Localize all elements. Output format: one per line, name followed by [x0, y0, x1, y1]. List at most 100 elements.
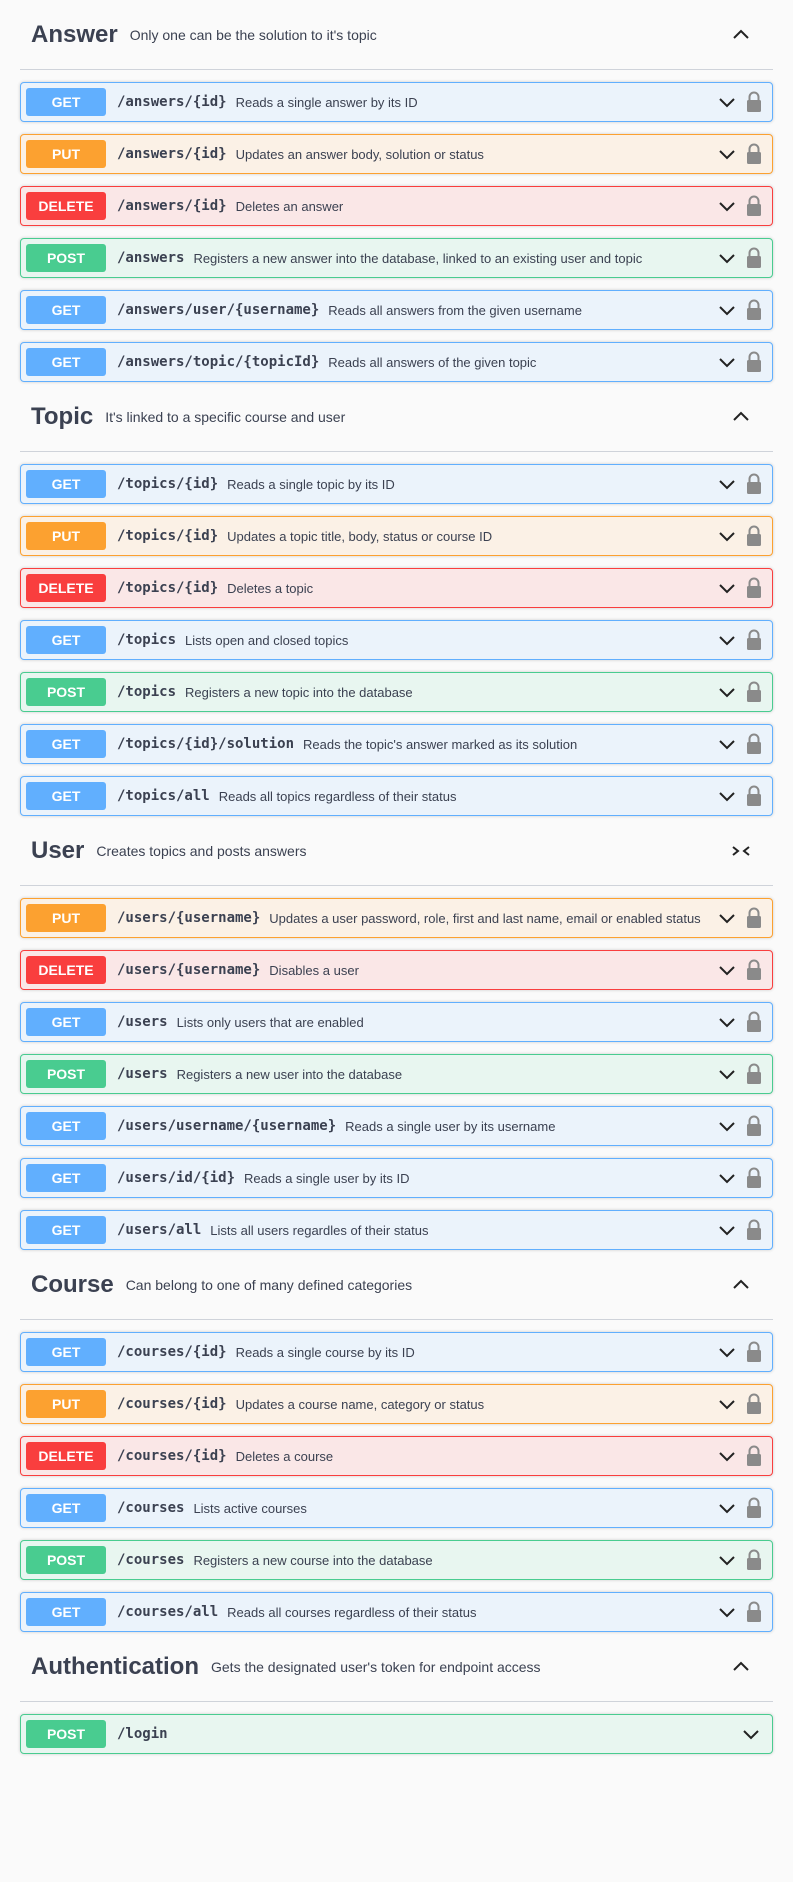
section-toggle-button[interactable]: [721, 402, 761, 432]
section-description: Can belong to one of many defined catego…: [125, 1276, 413, 1293]
expand-operation-button[interactable]: [712, 677, 742, 707]
expand-operation-button[interactable]: [712, 191, 742, 221]
section-header-authentication[interactable]: Authentication Gets the designated user's…: [20, 1632, 773, 1702]
expand-operation-button[interactable]: [712, 1389, 742, 1419]
section-header-answer[interactable]: Answer Only one can be the solution to it…: [20, 0, 773, 70]
operation-summary: Reads all answers from the given usernam…: [328, 302, 582, 318]
expand-operation-button[interactable]: [712, 955, 742, 985]
authorize-button[interactable]: [742, 781, 766, 811]
operation-put-courses-id[interactable]: PUT/courses/{id} Updates a course name, c…: [20, 1384, 773, 1424]
authorize-button[interactable]: [742, 1111, 766, 1141]
operation-post-topics[interactable]: POST/topics Registers a new topic into th…: [20, 672, 773, 712]
operation-post-users[interactable]: POST/users Registers a new user into the …: [20, 1054, 773, 1094]
lock-icon: [746, 473, 762, 495]
expand-operation-button[interactable]: [712, 1111, 742, 1141]
operation-delete-answers-id[interactable]: DELETE/answers/{id} Deletes an answer: [20, 186, 773, 226]
operation-delete-topics-id[interactable]: DELETE/topics/{id} Deletes a topic: [20, 568, 773, 608]
section-header-course[interactable]: Course Can belong to one of many defined …: [20, 1250, 773, 1320]
operation-get-users-username-username[interactable]: GET/users/username/{username} Reads a sin…: [20, 1106, 773, 1146]
operation-get-answers-topic-topicId[interactable]: GET/answers/topic/{topicId} Reads all ans…: [20, 342, 773, 382]
expand-operation-button[interactable]: [712, 903, 742, 933]
authorize-button[interactable]: [742, 295, 766, 325]
authorize-button[interactable]: [742, 347, 766, 377]
authorize-button[interactable]: [742, 1389, 766, 1419]
expand-operation-button[interactable]: [712, 1215, 742, 1245]
section-header-user[interactable]: User Creates topics and posts answers: [20, 816, 773, 886]
authorize-button[interactable]: [742, 955, 766, 985]
authorize-button[interactable]: [742, 139, 766, 169]
operation-get-topics-id-solution[interactable]: GET/topics/{id}/solution Reads the topic'…: [20, 724, 773, 764]
expand-operation-button[interactable]: [712, 1545, 742, 1575]
operation-summary: Disables a user: [269, 962, 359, 978]
operation-get-answers-id[interactable]: GET/answers/{id} Reads a single answer by…: [20, 82, 773, 122]
expand-operation-button[interactable]: [712, 295, 742, 325]
section-toggle-button[interactable]: [721, 1652, 761, 1682]
expand-operation-button[interactable]: [712, 521, 742, 551]
authorize-button[interactable]: [742, 1215, 766, 1245]
operation-get-courses[interactable]: GET/courses Lists active courses: [20, 1488, 773, 1528]
authorize-button[interactable]: [742, 1545, 766, 1575]
operation-get-topics[interactable]: GET/topics Lists open and closed topics: [20, 620, 773, 660]
authorize-button[interactable]: [742, 677, 766, 707]
operation-get-users[interactable]: GET/users Lists only users that are enabl…: [20, 1002, 773, 1042]
expand-operation-button[interactable]: [712, 1337, 742, 1367]
authorize-button[interactable]: [742, 191, 766, 221]
section-toggle-button[interactable]: [721, 1270, 761, 1300]
expand-operation-button[interactable]: [712, 139, 742, 169]
authorize-button[interactable]: [742, 243, 766, 273]
expand-operation-button[interactable]: [712, 781, 742, 811]
expand-operation-button[interactable]: [712, 625, 742, 655]
operation-post-answers[interactable]: POST/answers Registers a new answer into …: [20, 238, 773, 278]
operation-put-users-username[interactable]: PUT/users/{username} Updates a user passw…: [20, 898, 773, 938]
operation-summary: Deletes an answer: [235, 198, 344, 214]
operation-summary: Reads a single answer by its ID: [235, 94, 418, 110]
operation-path: /users/all: [117, 1222, 202, 1238]
authorize-button[interactable]: [742, 1493, 766, 1523]
authorize-button[interactable]: [742, 1597, 766, 1627]
expand-operation-button[interactable]: [712, 347, 742, 377]
authorize-button[interactable]: [742, 573, 766, 603]
authorize-button[interactable]: [742, 625, 766, 655]
authorize-button[interactable]: [742, 729, 766, 759]
authorize-button[interactable]: [742, 903, 766, 933]
operation-put-topics-id[interactable]: PUT/topics/{id} Updates a topic title, bo…: [20, 516, 773, 556]
operation-delete-users-username[interactable]: DELETE/users/{username} Disables a user: [20, 950, 773, 990]
expand-operation-button[interactable]: [712, 1007, 742, 1037]
authorize-button[interactable]: [742, 521, 766, 551]
method-badge: GET: [26, 626, 106, 654]
expand-operation-button[interactable]: [712, 573, 742, 603]
expand-operation-button[interactable]: [712, 1163, 742, 1193]
expand-operation-button[interactable]: [712, 1441, 742, 1471]
operation-path: /answers/topic/{topicId}: [117, 354, 320, 370]
expand-operation-button[interactable]: [712, 729, 742, 759]
operation-delete-courses-id[interactable]: DELETE/courses/{id} Deletes a course: [20, 1436, 773, 1476]
expand-operation-button[interactable]: [712, 243, 742, 273]
authorize-button[interactable]: [742, 87, 766, 117]
expand-operation-button[interactable]: [712, 87, 742, 117]
authorize-button[interactable]: [742, 1007, 766, 1037]
expand-operation-button[interactable]: [736, 1719, 766, 1749]
operation-get-users-id-id[interactable]: GET/users/id/{id} Reads a single user by …: [20, 1158, 773, 1198]
operation-get-topics-all[interactable]: GET/topics/all Reads all topics regardles…: [20, 776, 773, 816]
authorize-button[interactable]: [742, 469, 766, 499]
operation-post-courses[interactable]: POST/courses Registers a new course into …: [20, 1540, 773, 1580]
expand-operation-button[interactable]: [712, 1493, 742, 1523]
operation-get-courses-id[interactable]: GET/courses/{id} Reads a single course by…: [20, 1332, 773, 1372]
section-toggle-button[interactable]: [721, 20, 761, 50]
operation-get-topics-id[interactable]: GET/topics/{id} Reads a single topic by i…: [20, 464, 773, 504]
operation-post-login[interactable]: POST/login: [20, 1714, 773, 1754]
section-header-topic[interactable]: Topic It's linked to a specific course an…: [20, 382, 773, 452]
operation-put-answers-id[interactable]: PUT/answers/{id} Updates an answer body, …: [20, 134, 773, 174]
operation-get-answers-user-username[interactable]: GET/answers/user/{username} Reads all ans…: [20, 290, 773, 330]
authorize-button[interactable]: [742, 1059, 766, 1089]
operation-get-courses-all[interactable]: GET/courses/all Reads all courses regardl…: [20, 1592, 773, 1632]
expand-operation-button[interactable]: [712, 1597, 742, 1627]
authorize-button[interactable]: [742, 1337, 766, 1367]
section-toggle-button[interactable]: [721, 836, 761, 866]
authorize-button[interactable]: [742, 1441, 766, 1471]
expand-operation-button[interactable]: [712, 469, 742, 499]
operation-get-users-all[interactable]: GET/users/all Lists all users regardles o…: [20, 1210, 773, 1250]
authorize-button[interactable]: [742, 1163, 766, 1193]
chevron-down-icon: [717, 734, 737, 754]
expand-operation-button[interactable]: [712, 1059, 742, 1089]
